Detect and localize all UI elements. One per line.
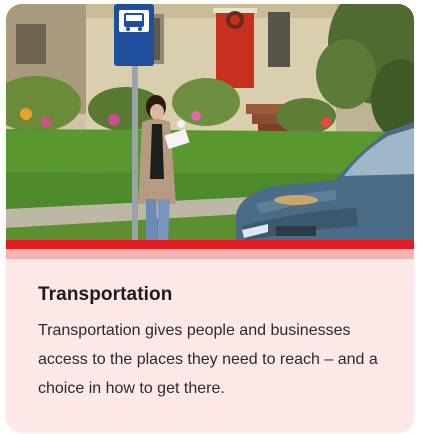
card-description: Transportation gives people and business… bbox=[38, 322, 378, 397]
card-title[interactable]: Transportation bbox=[38, 284, 172, 306]
accent-bar-light bbox=[6, 249, 414, 259]
transportation-photo bbox=[6, 4, 414, 240]
transportation-card[interactable]: Transportation Transportation gives peop… bbox=[6, 4, 414, 432]
accent-bar bbox=[6, 240, 414, 249]
